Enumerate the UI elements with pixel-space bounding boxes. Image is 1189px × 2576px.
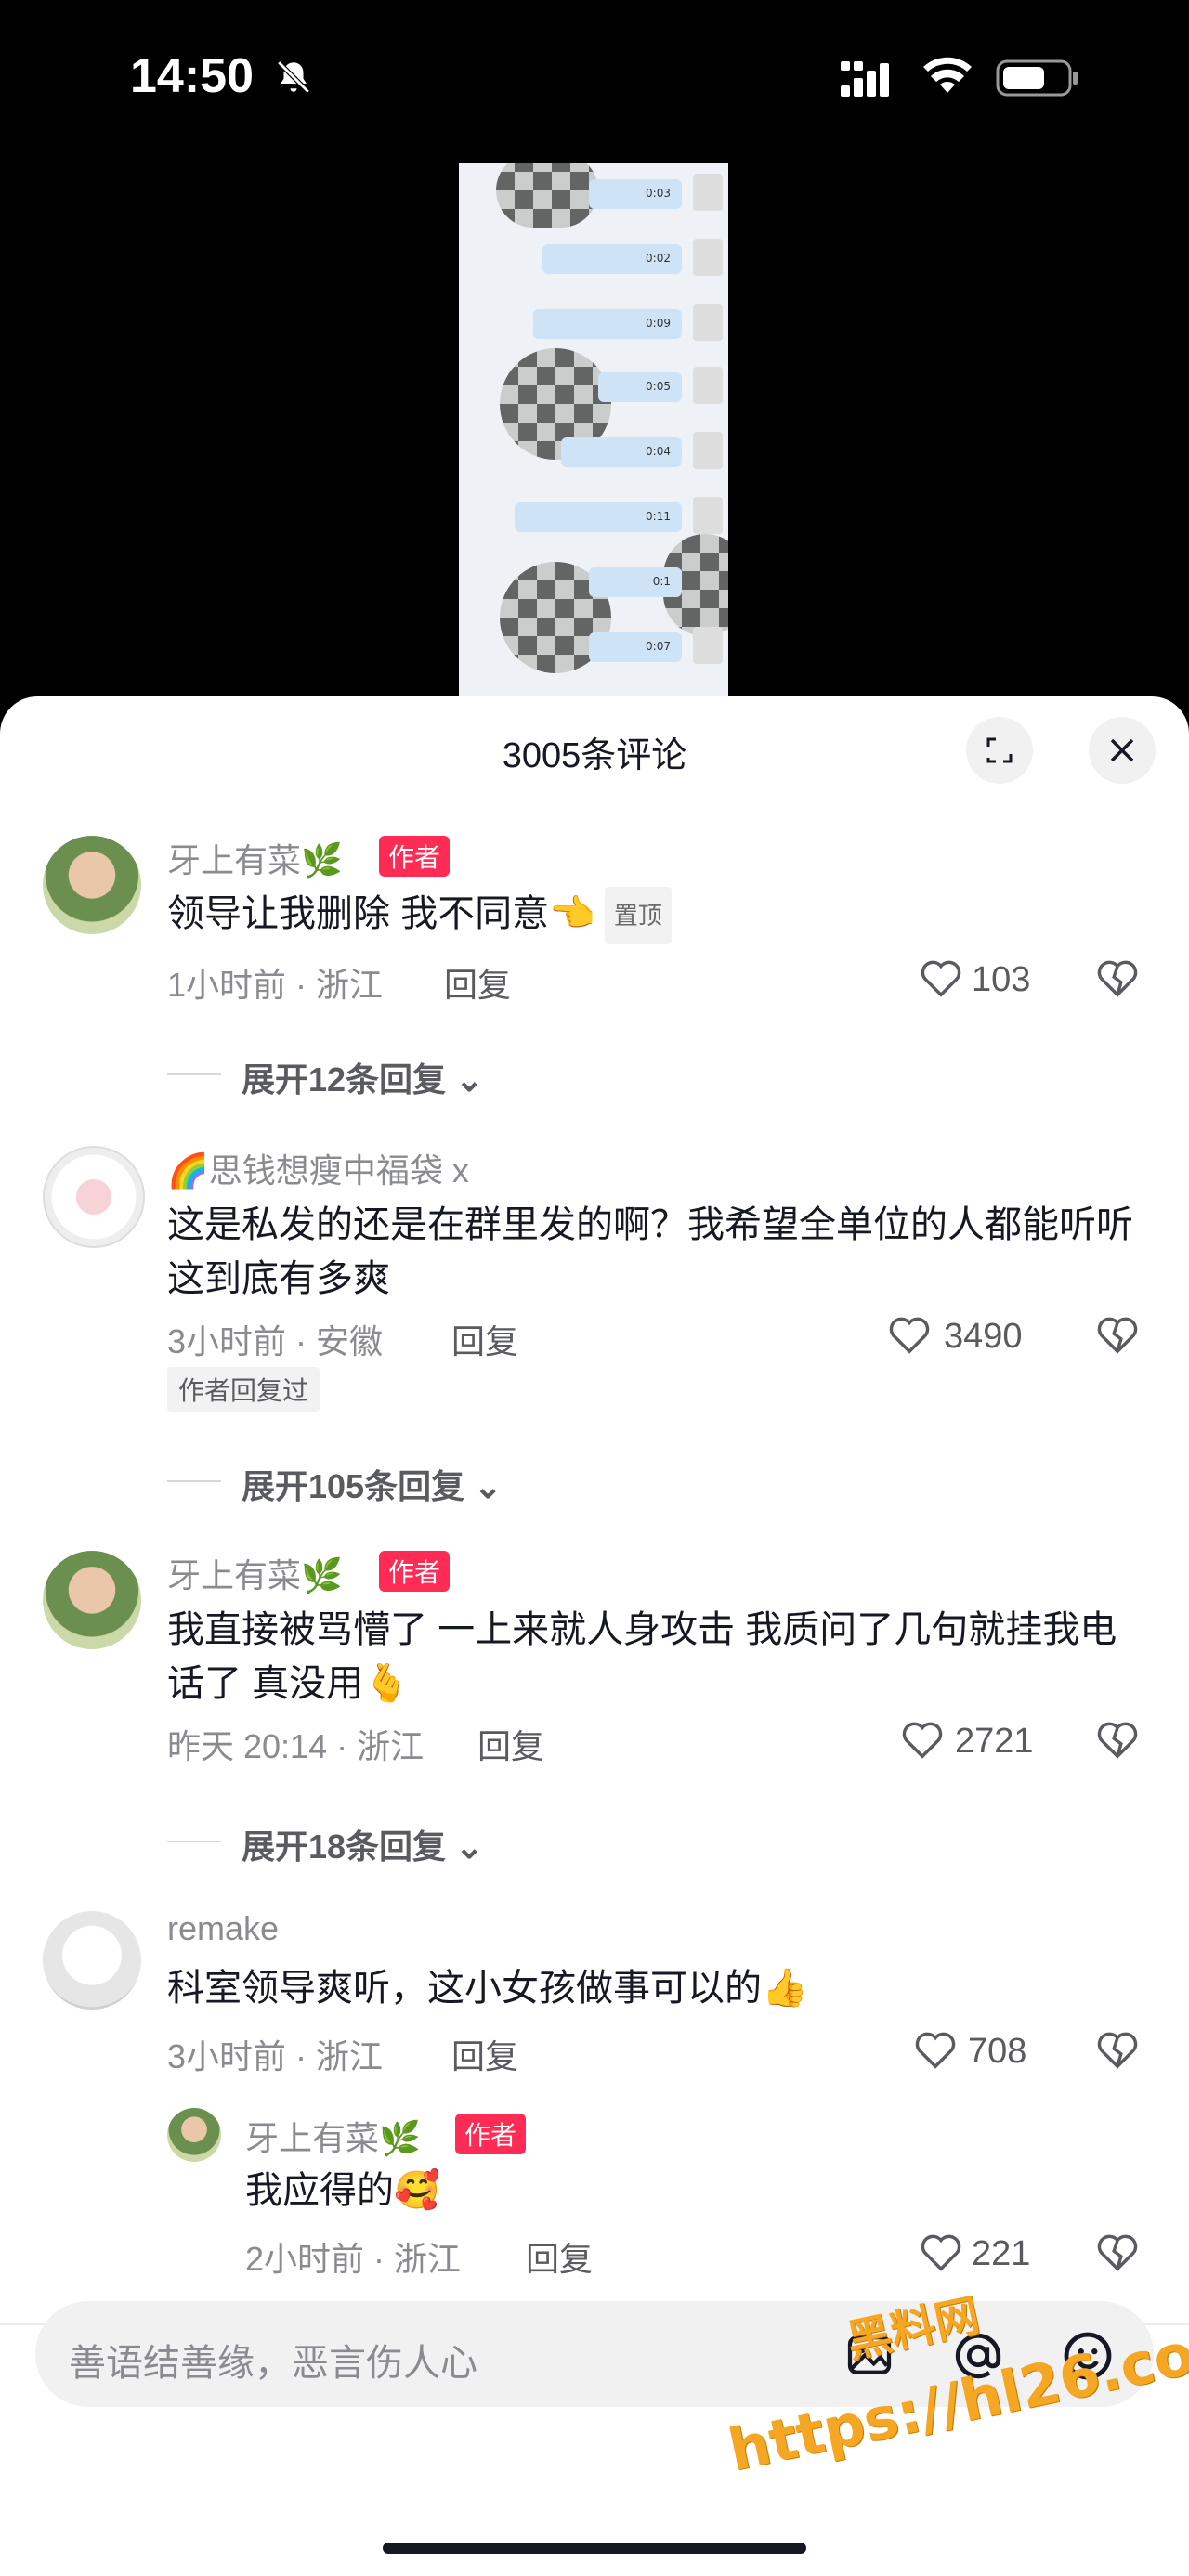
voice-duration: 0:04: [646, 445, 671, 458]
comment-meta: 3小时前 · 浙江: [167, 2037, 384, 2075]
reply-meta: 2小时前 · 浙江: [245, 2240, 462, 2278]
sender-avatar: [693, 239, 723, 276]
pin-tag: 置顶: [604, 887, 672, 945]
chevron-down-icon: ⌄: [455, 1060, 484, 1099]
author-tag: 作者: [379, 1551, 451, 1592]
like-icon[interactable]: [888, 1315, 931, 1356]
reply-text: 我应得的🥰: [245, 2170, 440, 2211]
avatar[interactable]: [43, 836, 141, 934]
voice-duration: 0:11: [646, 510, 671, 523]
avatar[interactable]: [43, 1551, 141, 1649]
like-count: 708: [968, 2032, 1027, 2071]
dislike-icon[interactable]: [1096, 2232, 1139, 2273]
like-count: 2721: [955, 1722, 1034, 1761]
sender-avatar: [693, 497, 723, 534]
expand-replies-button[interactable]: 展开18条回复 ⌄: [242, 1820, 483, 1868]
chevron-down-icon: ⌄: [455, 1828, 484, 1866]
chevron-down-icon: ⌄: [474, 1467, 503, 1505]
sender-avatar: [693, 627, 723, 664]
like-count: 3490: [944, 1317, 1023, 1356]
comment-text: 这是私发的还是在群里发的啊？我希望全单位的人都能听听这到底有多爽: [167, 1204, 1133, 1299]
sender-avatar: [693, 304, 723, 341]
dislike-icon[interactable]: [1096, 2030, 1139, 2071]
sender-avatar: [693, 367, 723, 404]
status-time: 14:50: [130, 49, 254, 103]
sender-avatar: [693, 432, 723, 469]
comment-meta: 1小时前 · 浙江: [167, 966, 384, 1004]
dislike-icon[interactable]: [1096, 1315, 1139, 1356]
avatar[interactable]: [43, 1911, 141, 2010]
like-icon[interactable]: [920, 958, 962, 999]
voice-duration: 0:03: [646, 187, 671, 200]
dislike-icon[interactable]: [1096, 958, 1139, 999]
divider: [167, 1480, 221, 1482]
close-icon: [1110, 738, 1134, 762]
wifi-icon: [923, 57, 972, 93]
sender-avatar: [693, 174, 723, 211]
author-tag: 作者: [455, 2114, 527, 2154]
video-preview[interactable]: 0:03 0:02 0:09 0:05 0:04 0:11 0:1 0:07: [459, 163, 728, 696]
expand-label: 展开12条回复: [242, 1060, 447, 1099]
voice-duration: 0:1: [652, 575, 671, 588]
battery-icon: [996, 59, 1078, 97]
divider: [167, 1841, 221, 1842]
like-icon[interactable]: [914, 2030, 957, 2071]
comment-username[interactable]: 牙上有菜🌿: [167, 1549, 343, 1597]
author-replied-badge: 作者回复过: [167, 1367, 320, 1412]
comment-username[interactable]: 牙上有菜🌿: [167, 834, 343, 882]
home-indicator[interactable]: [383, 2543, 806, 2554]
status-bar: 14:50: [0, 0, 1189, 158]
reply-button[interactable]: 回复: [477, 1720, 544, 1768]
reply-button[interactable]: 回复: [451, 1315, 518, 1363]
expand-label: 展开105条回复: [242, 1467, 465, 1505]
voice-duration: 0:02: [646, 252, 671, 265]
comment-meta: 3小时前 · 安徽: [167, 1322, 384, 1360]
pixelated-image: [496, 163, 598, 228]
comment-username[interactable]: 🌈思钱想瘦中福袋 x: [167, 1144, 469, 1192]
comment-input-placeholder[interactable]: 善语结善缘，恶言伤人心: [69, 2333, 477, 2387]
expand-label: 展开18条回复: [242, 1828, 447, 1866]
avatar[interactable]: [167, 2108, 221, 2162]
comment-text: 领导让我删除 我不同意👈 置顶: [167, 887, 1096, 945]
avatar[interactable]: [43, 1146, 145, 1248]
like-count: 221: [972, 2234, 1031, 2273]
like-icon[interactable]: [901, 1720, 944, 1761]
expand-replies-button[interactable]: 展开105条回复 ⌄: [242, 1460, 502, 1508]
like-count: 103: [972, 960, 1031, 999]
comment-username[interactable]: remake: [167, 1909, 279, 1948]
reply-username[interactable]: 牙上有菜🌿: [245, 2112, 421, 2160]
expand-replies-button[interactable]: 展开12条回复 ⌄: [242, 1053, 483, 1101]
comment-body: 领导让我删除 我不同意👈: [167, 893, 595, 934]
reply-button[interactable]: 回复: [451, 2030, 518, 2078]
muted-bell-icon: [277, 60, 310, 94]
close-button[interactable]: [1089, 717, 1156, 784]
cellular-signal-icon: [841, 61, 889, 97]
comment-text: 科室领导爽听，这小女孩做事可以的👍: [167, 1968, 808, 2009]
reply-button[interactable]: 回复: [526, 2232, 593, 2281]
comment-meta: 昨天 20:14 · 浙江: [167, 1727, 425, 1765]
voice-duration: 0:09: [646, 317, 671, 330]
fullscreen-button[interactable]: [966, 717, 1033, 784]
comment-text: 我直接被骂懵了 一上来就人身攻击 我质问了几句就挂我电话了 真没用🫰: [167, 1609, 1117, 1704]
dislike-icon[interactable]: [1096, 1720, 1139, 1761]
voice-duration: 0:05: [646, 380, 671, 393]
reply-button[interactable]: 回复: [444, 958, 511, 1007]
expand-icon: [986, 737, 1013, 763]
comment-sheet: 3005条评论 牙上有菜🌿 作者 领导让我删除 我不同意👈 置顶 1小时前 · 浙…: [0, 696, 1189, 2576]
voice-duration: 0:07: [646, 640, 671, 653]
like-icon[interactable]: [920, 2232, 962, 2273]
author-tag: 作者: [379, 836, 451, 877]
divider: [167, 1073, 221, 1075]
